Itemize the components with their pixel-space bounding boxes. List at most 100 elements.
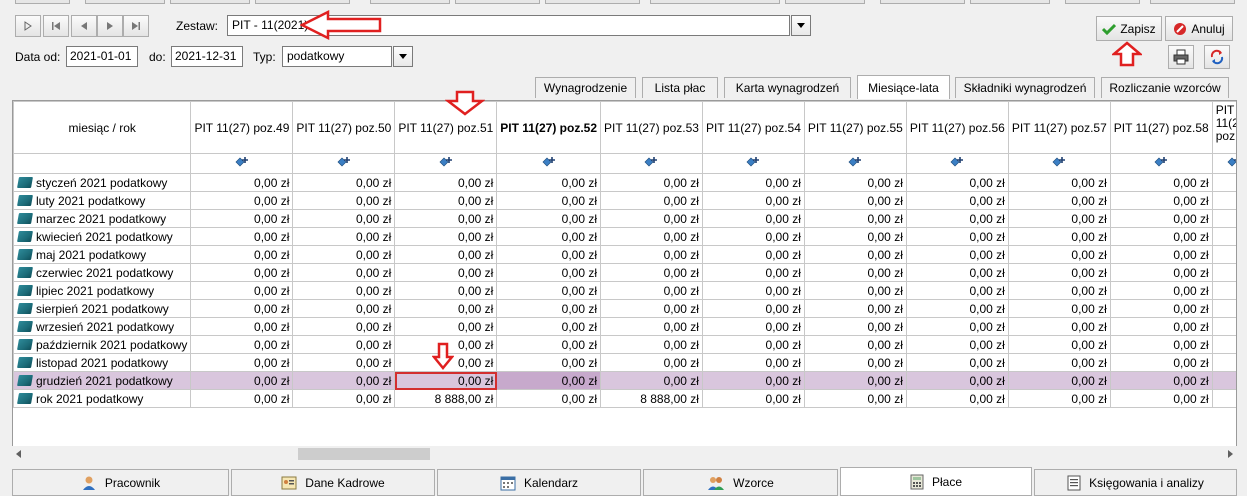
value-cell[interactable]: 0,00 zł xyxy=(394,191,498,210)
bottom-tab-pracownik[interactable]: Pracownik xyxy=(12,469,229,496)
value-cell[interactable]: 0,00 zł xyxy=(701,389,805,408)
value-cell[interactable]: 0,00 zł xyxy=(292,353,396,372)
header-col-50[interactable]: PIT 11(27) poz.50 xyxy=(292,101,396,154)
value-cell[interactable]: 0,00 zł xyxy=(600,281,703,300)
value-cell[interactable]: 0,00 zł xyxy=(190,389,294,408)
header-col-53[interactable]: PIT 11(27) poz.53 xyxy=(600,101,703,154)
print-button[interactable] xyxy=(1168,45,1194,69)
value-cell[interactable]: 0,00 zł xyxy=(701,371,805,390)
row-name-cell[interactable]: styczeń 2021 podatkowy xyxy=(13,173,192,192)
value-cell[interactable]: 0,00 zł xyxy=(394,245,498,264)
row-name-cell[interactable]: luty 2021 podatkowy xyxy=(13,191,192,210)
value-cell[interactable]: 0,00 zł xyxy=(1007,173,1111,192)
add-formula-icon[interactable] xyxy=(848,156,862,168)
value-cell[interactable]: 0,00 zł xyxy=(190,263,294,282)
value-cell[interactable]: 0,00 zł xyxy=(1007,353,1111,372)
value-cell[interactable]: 0,00 zł xyxy=(905,191,1009,210)
refresh-button[interactable] xyxy=(1204,45,1230,69)
value-cell[interactable]: 0,00 zł xyxy=(600,245,703,264)
value-cell[interactable]: 0,00 zł xyxy=(905,281,1009,300)
value-cell[interactable]: 0,00 zł xyxy=(1007,227,1111,246)
value-cell[interactable]: 0,00 zł xyxy=(905,371,1009,390)
value-cell[interactable]: 0,00 zł xyxy=(190,245,294,264)
value-cell[interactable]: 0,00 zł xyxy=(1109,281,1213,300)
nav-start-button[interactable] xyxy=(43,15,69,37)
value-cell[interactable]: 0,00 zł xyxy=(496,371,601,390)
value-cell[interactable]: 0,00 zł xyxy=(292,227,396,246)
value-cell[interactable]: 0,00 zł xyxy=(496,191,601,210)
add-formula-cell[interactable] xyxy=(701,153,805,174)
value-cell[interactable]: 0,00 zł xyxy=(190,317,294,336)
nav-first-button[interactable] xyxy=(15,15,41,37)
value-cell[interactable]: 0,00 zł xyxy=(905,245,1009,264)
value-cell[interactable]: 0,00 zł xyxy=(1007,281,1111,300)
value-cell[interactable]: 0,00 zł xyxy=(803,173,907,192)
add-formula-cell[interactable] xyxy=(190,153,294,174)
bottom-tab-kalendarz[interactable]: Kalendarz xyxy=(437,469,641,496)
value-cell[interactable]: 0,00 zł xyxy=(905,353,1009,372)
value-cell[interactable]: 0,00 zł xyxy=(600,299,703,318)
row-name-cell[interactable]: lipiec 2021 podatkowy xyxy=(13,281,192,300)
value-cell[interactable]: 0,00 zł xyxy=(1109,209,1213,228)
value-cell[interactable]: 0,00 zł xyxy=(190,227,294,246)
value-cell-clipped[interactable] xyxy=(1211,263,1236,282)
header-col-52[interactable]: PIT 11(27) poz.52 xyxy=(496,101,601,154)
value-cell[interactable]: 0,00 zł xyxy=(803,299,907,318)
value-cell[interactable]: 0,00 zł xyxy=(701,353,805,372)
value-cell[interactable]: 0,00 zł xyxy=(190,335,294,354)
value-cell[interactable]: 0,00 zł xyxy=(803,209,907,228)
table-row[interactable]: czerwiec 2021 podatkowy 0,00 zł 0,00 zł 0,0… xyxy=(13,263,1236,282)
value-cell[interactable]: 0,00 zł xyxy=(292,371,396,390)
value-cell[interactable]: 0,00 zł xyxy=(1109,245,1213,264)
value-cell[interactable]: 0,00 zł xyxy=(1007,389,1111,408)
add-formula-icon[interactable] xyxy=(542,156,556,168)
table-row[interactable]: grudzień 2021 podatkowy 0,00 zł 0,00 zł 0,0… xyxy=(13,371,1236,390)
value-cell[interactable]: 0,00 zł xyxy=(701,191,805,210)
value-cell[interactable]: 0,00 zł xyxy=(190,371,294,390)
value-cell[interactable]: 0,00 zł xyxy=(1109,335,1213,354)
value-cell[interactable]: 0,00 zł xyxy=(600,227,703,246)
value-cell[interactable]: 0,00 zł xyxy=(394,371,498,390)
header-col-49[interactable]: PIT 11(27) poz.49 xyxy=(190,101,294,154)
header-col-59[interactable]: PIT 11(27) poz.59 xyxy=(1211,101,1236,154)
row-name-cell[interactable]: kwiecień 2021 podatkowy xyxy=(13,227,192,246)
header-col-57[interactable]: PIT 11(27) poz.57 xyxy=(1007,101,1111,154)
add-formula-icon[interactable] xyxy=(644,156,658,168)
value-cell[interactable]: 0,00 zł xyxy=(394,281,498,300)
table-row[interactable]: listopad 2021 podatkowy 0,00 zł 0,00 zł 0,0… xyxy=(13,353,1236,372)
tab-wynagrodzenie[interactable]: Wynagrodzenie xyxy=(535,77,636,98)
value-cell[interactable]: 0,00 zł xyxy=(496,245,601,264)
value-cell[interactable]: 0,00 zł xyxy=(394,209,498,228)
value-cell[interactable]: 0,00 zł xyxy=(803,389,907,408)
add-formula-cell[interactable] xyxy=(1211,153,1236,174)
table-row[interactable]: październik 2021 podatkowy 0,00 zł 0,00 zł… xyxy=(13,335,1236,354)
value-cell[interactable]: 0,00 zł xyxy=(394,173,498,192)
horizontal-scrollbar[interactable] xyxy=(12,446,1237,462)
value-cell[interactable]: 0,00 zł xyxy=(701,245,805,264)
value-cell[interactable]: 0,00 zł xyxy=(803,245,907,264)
value-cell[interactable]: 0,00 zł xyxy=(905,173,1009,192)
value-cell[interactable]: 0,00 zł xyxy=(905,209,1009,228)
value-cell[interactable]: 0,00 zł xyxy=(905,227,1009,246)
value-cell[interactable]: 0,00 zł xyxy=(701,173,805,192)
value-cell[interactable]: 0,00 zł xyxy=(394,263,498,282)
add-formula-cell[interactable] xyxy=(905,153,1009,174)
value-cell-clipped[interactable] xyxy=(1211,299,1236,318)
value-cell[interactable]: 0,00 zł xyxy=(600,263,703,282)
value-cell[interactable]: 0,00 zł xyxy=(1007,209,1111,228)
value-cell[interactable]: 0,00 zł xyxy=(1109,353,1213,372)
value-cell[interactable]: 0,00 zł xyxy=(1109,389,1213,408)
value-cell[interactable]: 0,00 zł xyxy=(1109,227,1213,246)
value-cell[interactable]: 0,00 zł xyxy=(701,263,805,282)
value-cell[interactable]: 0,00 zł xyxy=(803,191,907,210)
value-cell[interactable]: 0,00 zł xyxy=(1109,191,1213,210)
save-button[interactable]: Zapisz xyxy=(1096,16,1162,41)
value-cell[interactable]: 0,00 zł xyxy=(292,209,396,228)
tab-rozliczanie-wzorcow[interactable]: Rozliczanie wzorców xyxy=(1101,77,1229,98)
typ-dropdown-arrow[interactable] xyxy=(393,46,413,67)
add-formula-cell[interactable] xyxy=(292,153,396,174)
add-formula-cell[interactable] xyxy=(1007,153,1111,174)
value-cell[interactable]: 0,00 zł xyxy=(292,317,396,336)
table-row[interactable]: sierpień 2021 podatkowy 0,00 zł 0,00 zł 0,0… xyxy=(13,299,1236,318)
value-cell[interactable]: 0,00 zł xyxy=(803,227,907,246)
